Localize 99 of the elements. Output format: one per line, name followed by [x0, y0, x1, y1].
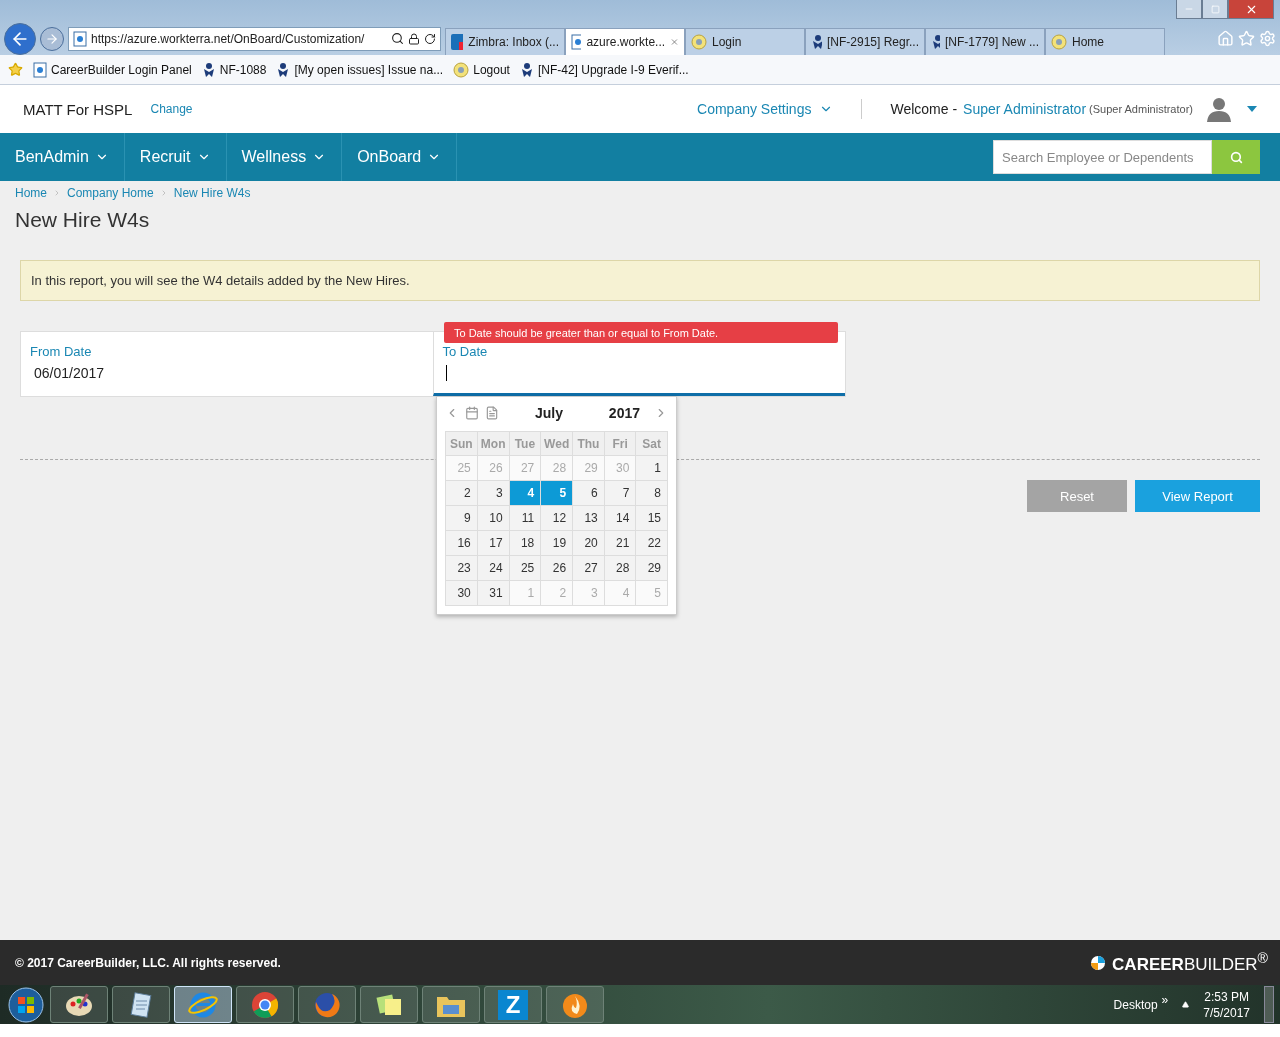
taskbar-app-button[interactable] [112, 986, 170, 1023]
bug-icon [811, 34, 822, 50]
info-banner: In this report, you will see the W4 details added by the New Hires. [20, 260, 1260, 301]
taskbar-app-button[interactable] [298, 986, 356, 1023]
lock-icon [408, 32, 420, 45]
bug-icon [276, 61, 291, 78]
favorite-link[interactable]: NF-1088 [201, 61, 267, 78]
mail-app-icon [451, 34, 464, 50]
refresh-icon[interactable] [424, 32, 436, 45]
taskbar-app-button[interactable] [422, 986, 480, 1023]
clock-date[interactable]: 7/5/2017 [1203, 1005, 1250, 1020]
maximize-button[interactable] [1202, 0, 1228, 19]
welcome-label: Welcome - [890, 101, 958, 117]
error-tooltip: To Date should be greater than or equal to From Date. [444, 322, 838, 343]
search-icon[interactable] [391, 32, 404, 45]
caret-icon[interactable] [1247, 106, 1257, 112]
breadcrumb-link[interactable]: Company Home [67, 186, 154, 200]
minimize-button[interactable] [1176, 0, 1202, 19]
browser-tab[interactable]: Zimbra: Inbox (... [445, 28, 565, 55]
copyright-text: © 2017 CareerBuilder, LLC. All rights reserved. [15, 955, 281, 970]
sun-icon [691, 34, 707, 50]
start-button[interactable] [6, 985, 46, 1024]
calendar-day[interactable]: 23 [445, 555, 478, 581]
favorite-link[interactable]: [NF-42] Upgrade I-9 Everif... [519, 61, 689, 78]
browser-tab[interactable]: Home [1045, 28, 1165, 55]
clock-time[interactable]: 2:53 PM [1204, 989, 1249, 1004]
search-button[interactable] [1212, 140, 1260, 174]
company-name: MATT For HSPL [23, 100, 133, 118]
calendar-day[interactable]: 2 [445, 480, 478, 506]
page-icon [73, 30, 87, 47]
chevron-right-icon [53, 189, 61, 197]
weekday-header: Sun [445, 431, 478, 456]
browser-tab[interactable]: [NF-1779] New ... [925, 28, 1045, 55]
calendar-day[interactable]: 16 [445, 530, 478, 556]
nav-menu-item[interactable]: BenAdmin [0, 133, 125, 181]
change-link[interactable]: Change [150, 102, 193, 116]
close-icon[interactable] [670, 36, 679, 48]
avatar-icon[interactable] [1205, 95, 1233, 123]
weekday-header: Sat [635, 431, 668, 456]
arrow-right-icon [45, 31, 59, 46]
browser-tab[interactable]: azure.workte... [565, 28, 685, 55]
document-icon[interactable] [485, 406, 499, 420]
star-icon[interactable] [8, 62, 23, 77]
forward-button[interactable] [40, 26, 64, 51]
taskbar-app-button[interactable] [360, 986, 418, 1023]
year-label[interactable]: 2017 [608, 405, 640, 421]
favorite-link[interactable]: CareerBuilder Login Panel [33, 61, 192, 78]
careerbuilder-logo: CAREERBUILDER$^{®}$ [1112, 950, 1268, 975]
mail-app-icon: Z [498, 989, 528, 1020]
weekday-header: Thu [572, 431, 605, 456]
from-date-field[interactable]: 06/01/2017 [30, 365, 230, 381]
settings-icon[interactable] [1259, 30, 1276, 47]
back-button[interactable] [4, 22, 36, 55]
calendar-day[interactable]: 30 [445, 580, 478, 606]
bug-icon [201, 61, 216, 78]
maximize-icon [1210, 4, 1220, 14]
bug-icon [519, 61, 534, 78]
nav-menu-item[interactable]: OnBoard [342, 133, 458, 181]
taskbar-app-button[interactable]: Z [484, 986, 542, 1023]
breadcrumb-link[interactable]: Home [15, 186, 47, 200]
weekday-header: Wed [540, 431, 573, 456]
weekday-header: Fri [604, 431, 636, 456]
toolbar-chevron[interactable]: » [1161, 992, 1169, 1007]
address-bar[interactable]: https://azure.workterra.net/OnBoard/Customization/ [68, 26, 441, 51]
calendar-icon[interactable] [465, 406, 479, 420]
field-label: From Date [30, 344, 93, 359]
month-label[interactable]: July [535, 405, 563, 421]
page-icon [571, 34, 582, 50]
page-title: New Hire W4s [15, 208, 151, 232]
browser-tab[interactable]: Login [685, 28, 805, 55]
user-role: (Super Administrator) [1089, 103, 1193, 115]
taskbar-app-button[interactable] [546, 986, 604, 1023]
logo-icon [1090, 954, 1107, 971]
favorite-link[interactable]: [My open issues] Issue na... [276, 61, 444, 78]
calendar-day[interactable]: 9 [445, 505, 478, 531]
favorite-link[interactable]: Logout [453, 61, 510, 78]
bug-icon [931, 34, 940, 50]
search-field[interactable]: Search Employee or Dependents [993, 140, 1212, 174]
sun-icon [1051, 34, 1067, 50]
page-icon [33, 61, 47, 78]
taskbar-app-button[interactable] [236, 986, 294, 1023]
browser-tab[interactable]: [NF-2915] Regr... [805, 28, 925, 55]
show-desktop-button[interactable] [1264, 986, 1274, 1023]
weekday-header: Tue [509, 431, 541, 456]
browser-icon [250, 989, 280, 1020]
home-icon[interactable] [1217, 30, 1234, 47]
close-button[interactable] [1228, 0, 1274, 19]
field-label: To Date [442, 344, 489, 359]
breadcrumb-link[interactable]: New Hire W4s [173, 186, 251, 200]
nav-menu-item[interactable]: Recruit [124, 133, 227, 181]
weekday-header: Mon [477, 431, 510, 456]
sun-icon [453, 61, 470, 78]
user-name-link[interactable]: Super Administrator [963, 101, 1087, 117]
search-icon [1229, 150, 1243, 164]
nav-menu-item[interactable]: Wellness [226, 133, 343, 181]
taskbar-app-button[interactable] [50, 986, 108, 1023]
tray-arrow-icon[interactable] [1182, 1001, 1190, 1008]
desktop-toolbar-label[interactable]: Desktop [1113, 997, 1158, 1012]
company-settings-menu[interactable]: Company Settings [697, 101, 812, 117]
